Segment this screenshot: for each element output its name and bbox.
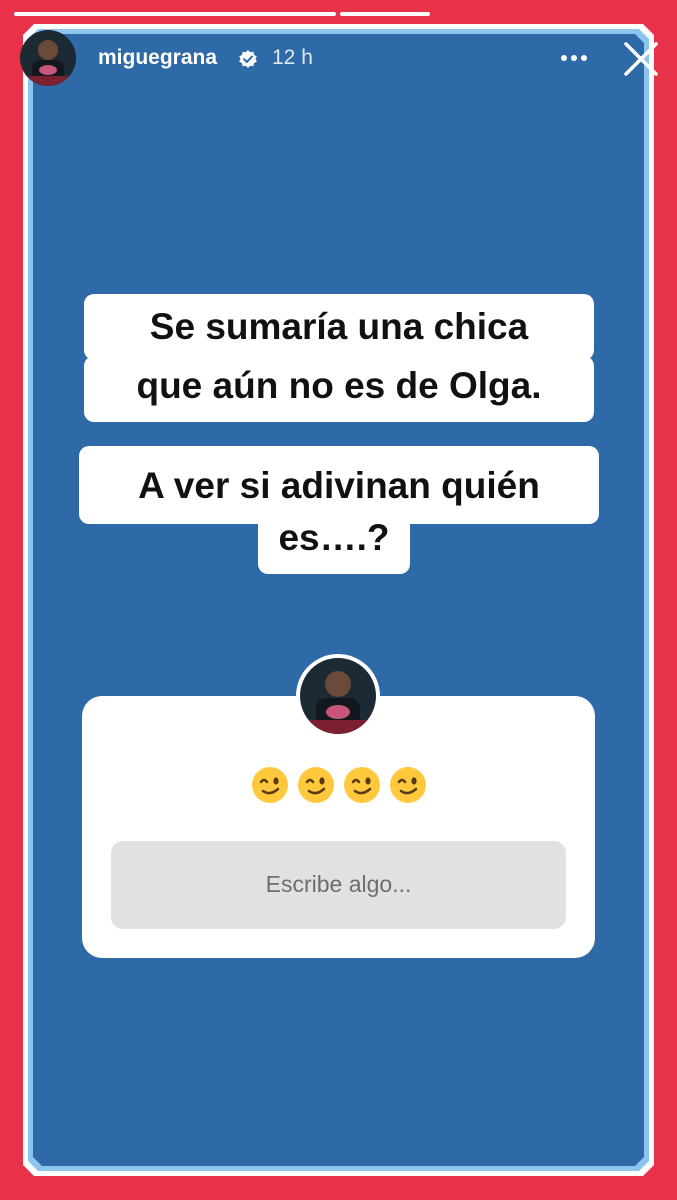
story-text-line-2b: es….? bbox=[258, 512, 410, 574]
reply-input[interactable]: Escribe algo... bbox=[111, 841, 566, 929]
story-progress-bar-2 bbox=[340, 12, 430, 16]
story-header: miguegrana 12 h bbox=[20, 30, 660, 88]
reply-placeholder: Escribe algo... bbox=[265, 871, 412, 897]
story-text-2-line-1: A ver si adivinan quién bbox=[138, 465, 540, 506]
user-avatar[interactable] bbox=[20, 30, 76, 86]
story-progress-fill-1 bbox=[14, 12, 336, 16]
close-icon[interactable] bbox=[622, 40, 660, 78]
verified-badge-icon bbox=[238, 49, 258, 69]
question-prompt bbox=[82, 766, 595, 809]
time-ago: 12 h bbox=[272, 46, 313, 69]
story-text-1-line-1: Se sumaría una chica bbox=[149, 306, 529, 347]
sticker-avatar-ring bbox=[296, 654, 380, 738]
story-background bbox=[0, 0, 677, 1200]
story-text-2-line-2: es….? bbox=[278, 517, 390, 558]
story-text-line-1a: Se sumaría una chica bbox=[84, 294, 594, 360]
wink-emoji-icon bbox=[389, 766, 427, 804]
sticker-avatar bbox=[300, 658, 376, 734]
wink-emoji-icon bbox=[343, 766, 381, 804]
story-text-1-line-2: que aún no es de Olga. bbox=[136, 365, 542, 406]
username[interactable]: miguegrana bbox=[98, 46, 217, 70]
wink-emoji-icon bbox=[297, 766, 335, 804]
story-text-line-1b: que aún no es de Olga. bbox=[84, 356, 594, 422]
more-horizontal-icon[interactable] bbox=[559, 46, 589, 70]
story-progress-bar-1 bbox=[14, 12, 336, 16]
story-progress-fill-2 bbox=[340, 12, 430, 16]
wink-emoji-icon bbox=[251, 766, 289, 804]
